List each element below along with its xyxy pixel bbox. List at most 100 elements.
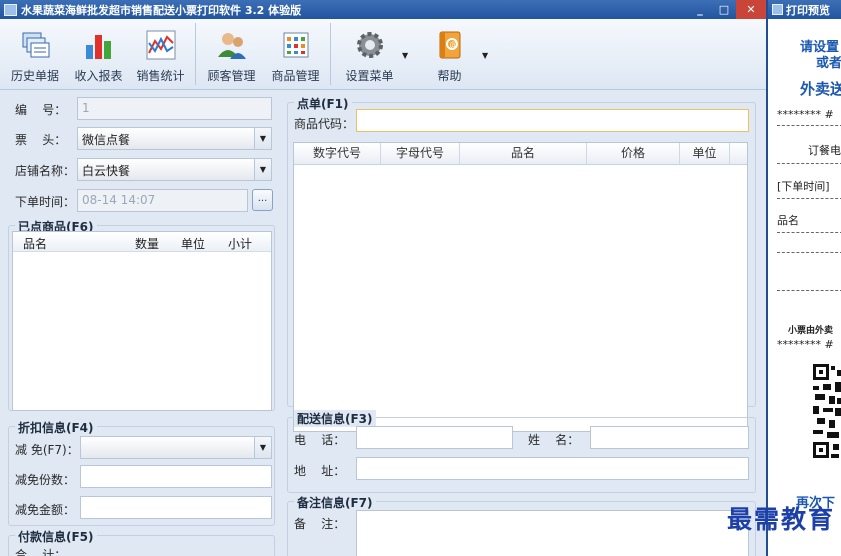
preview-divider xyxy=(777,252,841,253)
toolbar: 历史单据 收入报表 销售统计 顾客管理 商品管理 设置菜单 ▼ @ 帮助 ▼ xyxy=(0,19,766,90)
number-field[interactable]: 1 xyxy=(77,97,272,120)
column-header: 单位 xyxy=(680,143,730,165)
preview-icon xyxy=(772,4,783,15)
phone-input[interactable] xyxy=(356,426,513,449)
window-title: 水果蔬菜海鲜批发超市销售配送小票打印软件 3.2 体验版 xyxy=(21,3,302,17)
watermark-text: 最需教育 xyxy=(726,505,835,534)
grid-icon xyxy=(280,29,312,61)
preview-title-bar: 打印预览 xyxy=(768,0,841,19)
minimize-button[interactable]: _ xyxy=(688,0,712,19)
help-book-icon: @ xyxy=(434,29,466,61)
name-label: 姓 名： xyxy=(528,433,580,447)
discount-title: 折扣信息(F4) xyxy=(15,419,97,436)
app-icon xyxy=(4,3,17,16)
column-header: 价格 xyxy=(587,143,680,165)
preview-line: ******** # xyxy=(777,108,834,121)
chevron-down-icon[interactable]: ▼ xyxy=(254,128,271,149)
svg-text:@: @ xyxy=(449,40,457,49)
preview-divider xyxy=(777,163,841,164)
users-icon xyxy=(216,29,248,61)
reduce-count-input[interactable] xyxy=(80,465,272,488)
preview-line: 品名 xyxy=(777,214,799,227)
customer-mgmt-label: 顾客管理 xyxy=(207,69,256,83)
preview-divider xyxy=(777,290,841,291)
product-table-header: 数字代号 字母代号 品名 价格 单位 xyxy=(294,143,747,165)
order-time-picker-button[interactable]: ... xyxy=(252,189,273,211)
column-header: 字母代号 xyxy=(381,143,460,165)
reduce-select[interactable]: ▼ xyxy=(80,436,272,459)
reduce-count-label: 减免份数： xyxy=(15,473,76,487)
sales-stats-button[interactable]: 销售统计 xyxy=(133,29,188,84)
preview-line: 订餐电 xyxy=(808,144,841,157)
toolbar-separator xyxy=(330,23,331,85)
gear-icon xyxy=(354,29,386,61)
product-mgmt-label: 商品管理 xyxy=(271,69,320,83)
maximize-button[interactable]: □ xyxy=(712,0,736,19)
ticket-head-label: 票 头： xyxy=(15,133,67,147)
number-label: 编 号： xyxy=(15,103,67,117)
history-button[interactable]: 历史单据 xyxy=(6,29,64,84)
settings-menu-button[interactable]: 设置菜单 xyxy=(342,29,397,84)
close-button[interactable]: ✕ xyxy=(736,0,766,19)
income-report-button[interactable]: 收入报表 xyxy=(71,29,126,84)
store-name-value: 白云快餐 xyxy=(82,164,131,178)
column-header: 品名 xyxy=(460,143,587,165)
income-report-label: 收入报表 xyxy=(74,69,123,83)
product-mgmt-button[interactable]: 商品管理 xyxy=(268,29,323,84)
order-time-field[interactable]: 08-14 14:07 xyxy=(77,189,248,212)
preview-divider xyxy=(777,125,841,126)
bar-chart-icon xyxy=(83,29,115,61)
window-controls: _ □ ✕ xyxy=(688,0,766,19)
ticket-head-value: 微信点餐 xyxy=(82,133,131,147)
qr-code-icon xyxy=(811,362,841,474)
chevron-down-icon[interactable]: ▼ xyxy=(402,51,408,60)
preview-divider xyxy=(777,198,841,199)
product-table[interactable]: 数字代号 字母代号 品名 价格 单位 xyxy=(293,142,748,432)
column-header: 品名 xyxy=(23,237,48,251)
address-label: 地 址： xyxy=(294,464,346,478)
ticket-head-select[interactable]: 微信点餐 ▼ xyxy=(77,127,272,150)
remark-label: 备 注： xyxy=(294,517,346,531)
product-code-input[interactable] xyxy=(356,109,749,132)
preview-line: 或者 xyxy=(816,56,841,71)
chevron-down-icon[interactable]: ▼ xyxy=(254,159,271,180)
sales-stats-label: 销售统计 xyxy=(136,69,185,83)
store-name-select[interactable]: 白云快餐 ▼ xyxy=(77,158,272,181)
ordered-items-group: 已点商品(F6) 品名 数量 单位 小计 xyxy=(8,218,275,411)
total-label: 合 计： xyxy=(15,548,67,556)
remark-textarea[interactable] xyxy=(356,510,749,556)
left-panel: 编 号： 1 票 头： 微信点餐 ▼ 店铺名称： 白云快餐 ▼ 下单时间： 08… xyxy=(0,91,283,556)
column-header: 数量 xyxy=(135,237,160,251)
preview-line: 小票由外卖 xyxy=(788,326,834,336)
print-preview-panel: 打印预览 请设置 或者 外卖送 ******** # 订餐电 [下单时间] 品名… xyxy=(766,0,841,556)
column-header: 单位 xyxy=(181,237,206,251)
preview-title: 打印预览 xyxy=(786,3,830,17)
reduce-amount-label: 减免金额： xyxy=(15,503,76,517)
name-input[interactable] xyxy=(590,426,749,449)
payment-title: 付款信息(F5) xyxy=(15,528,97,545)
order-time-label: 下单时间： xyxy=(15,195,76,209)
reduce-amount-input[interactable] xyxy=(80,496,272,519)
ordered-items-header: 品名 数量 单位 小计 xyxy=(13,232,271,252)
address-input[interactable] xyxy=(356,457,749,480)
ordered-items-table[interactable]: 品名 数量 单位 小计 xyxy=(12,231,272,411)
store-name-label: 店铺名称： xyxy=(15,164,76,178)
help-button[interactable]: @ 帮助 xyxy=(422,29,477,84)
toolbar-separator xyxy=(195,23,196,85)
customer-mgmt-button[interactable]: 顾客管理 xyxy=(204,29,259,84)
order-title: 点单(F1) xyxy=(294,95,352,112)
chevron-down-icon[interactable]: ▼ xyxy=(254,437,271,458)
column-header: 数字代号 xyxy=(294,143,381,165)
preview-divider xyxy=(777,232,841,233)
column-header: 小计 xyxy=(228,237,253,251)
title-bar: 水果蔬菜海鲜批发超市销售配送小票打印软件 3.2 体验版 _ □ ✕ xyxy=(0,0,766,19)
line-chart-icon xyxy=(145,29,177,61)
chevron-down-icon[interactable]: ▼ xyxy=(482,51,488,60)
preview-line: 外卖送 xyxy=(800,80,841,98)
documents-icon xyxy=(19,29,51,61)
product-code-label: 商品代码： xyxy=(294,117,355,131)
history-label: 历史单据 xyxy=(10,69,59,83)
notes-title: 备注信息(F7) xyxy=(294,494,376,511)
reduce-label: 减 免(F7)： xyxy=(15,443,79,457)
delivery-title: 配送信息(F3) xyxy=(294,410,376,427)
